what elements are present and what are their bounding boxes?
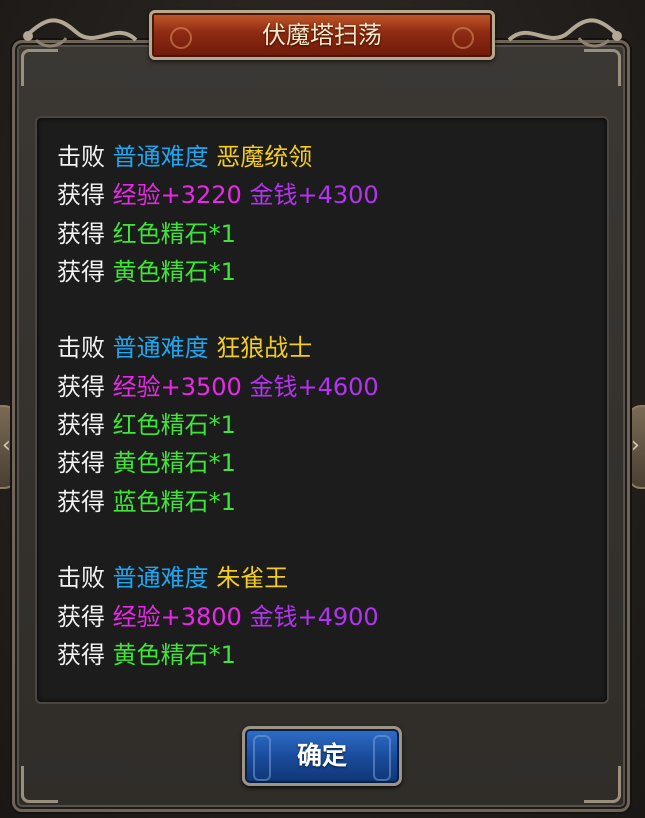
difficulty-text: 普通难度 xyxy=(112,334,209,363)
confirm-button-label: 确定 xyxy=(296,741,347,770)
item-line: 获得 黄色精石*1 xyxy=(57,444,379,482)
reward-line: 获得 经验+3500 金钱+4600 xyxy=(57,368,379,406)
item-line: 获得 黄色精石*1 xyxy=(57,253,379,291)
title-plate: 伏魔塔扫荡 xyxy=(149,10,495,60)
dragon-ornament-icon xyxy=(507,18,622,48)
frame-corner xyxy=(584,766,621,803)
difficulty-text: 普通难度 xyxy=(112,564,209,593)
gain-label: 获得 xyxy=(57,257,105,286)
defeat-line: 击败 普通难度 恶魔统领 xyxy=(57,138,379,176)
defeat-line: 击败 普通难度 朱雀王 xyxy=(57,559,379,597)
sweep-log: 击败 普通难度 恶魔统领 获得 经验+3220 金钱+4300 获得 红色精石*… xyxy=(57,138,379,674)
gain-label: 获得 xyxy=(57,372,105,401)
defeat-line: 击败 普通难度 狂狼战士 xyxy=(57,329,379,367)
defeat-label: 击败 xyxy=(57,334,105,363)
boss-name: 朱雀王 xyxy=(216,564,289,593)
dialog-title-banner: 伏魔塔扫荡 xyxy=(143,10,501,64)
dialog-title: 伏魔塔扫荡 xyxy=(262,21,382,49)
item-line: 获得 蓝色精石*1 xyxy=(57,483,379,521)
reward-line: 获得 经验+3220 金钱+4300 xyxy=(57,176,379,214)
gain-label: 获得 xyxy=(57,411,105,440)
boss-name: 狂狼战士 xyxy=(216,334,313,363)
item-reward: 红色精石*1 xyxy=(112,219,236,248)
gain-label: 获得 xyxy=(57,219,105,248)
frame-corner xyxy=(21,766,58,803)
money-reward: 金钱+4300 xyxy=(249,181,379,210)
gain-label: 获得 xyxy=(57,449,105,478)
confirm-button[interactable]: 确定 xyxy=(242,726,402,786)
exp-reward: 经验+3220 xyxy=(112,181,242,210)
item-line: 获得 黄色精石*1 xyxy=(57,636,379,674)
item-line: 获得 红色精石*1 xyxy=(57,215,379,253)
gain-label: 获得 xyxy=(57,640,105,669)
dragon-ornament-icon xyxy=(23,18,138,48)
difficulty-text: 普通难度 xyxy=(112,143,209,171)
item-reward: 黄色精石*1 xyxy=(112,640,236,669)
sweep-log-panel: 击败 普通难度 恶魔统领 获得 经验+3220 金钱+4300 获得 红色精石*… xyxy=(35,116,609,704)
defeat-label: 击败 xyxy=(57,143,105,171)
defeat-label: 击败 xyxy=(57,564,105,593)
item-reward: 黄色精石*1 xyxy=(112,257,236,286)
item-reward: 黄色精石*1 xyxy=(112,449,236,478)
chevron-right-icon: › xyxy=(631,433,640,458)
item-reward: 蓝色精石*1 xyxy=(112,487,236,516)
item-reward: 红色精石*1 xyxy=(112,411,236,440)
gain-label: 获得 xyxy=(57,602,105,631)
gain-label: 获得 xyxy=(57,487,105,516)
chevron-left-icon: ‹ xyxy=(2,433,11,458)
money-reward: 金钱+4900 xyxy=(249,602,379,631)
item-line: 获得 红色精石*1 xyxy=(57,406,379,444)
boss-name: 恶魔统领 xyxy=(216,143,313,171)
exp-reward: 经验+3500 xyxy=(112,372,242,401)
reward-line: 获得 经验+3800 金钱+4900 xyxy=(57,598,379,636)
gain-label: 获得 xyxy=(57,181,105,210)
money-reward: 金钱+4600 xyxy=(249,372,379,401)
exp-reward: 经验+3800 xyxy=(112,602,242,631)
